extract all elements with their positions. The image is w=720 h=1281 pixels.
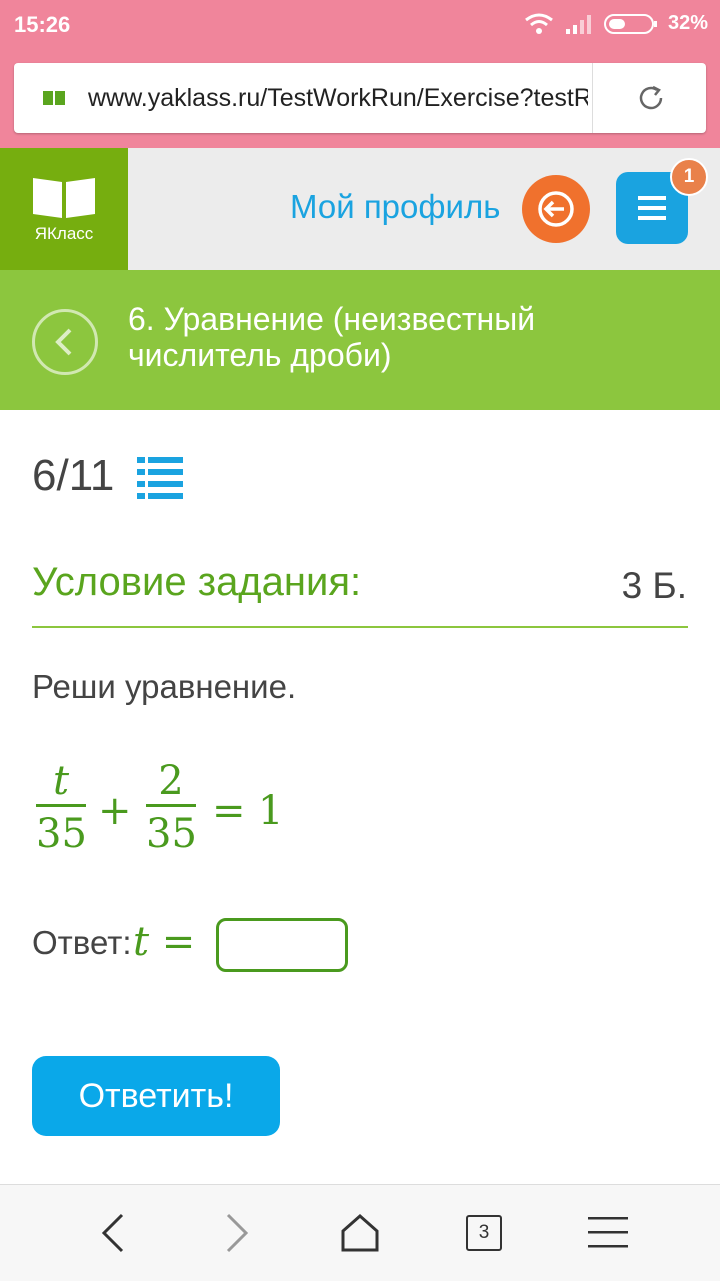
exit-button[interactable]: [522, 175, 590, 243]
submit-answer-button[interactable]: Ответить!: [32, 1056, 280, 1136]
topic-bar: 6. Уравнение (неизвестный числитель дроб…: [0, 272, 720, 410]
address-bar[interactable]: www.yaklass.ru/TestWorkRun/Exercise?test…: [14, 63, 706, 133]
back-icon[interactable]: [100, 1213, 126, 1253]
fraction-1: t 35: [36, 758, 87, 857]
site-header: ЯКласс Мой профиль: [0, 148, 720, 272]
fraction-2-numerator: 2: [158, 758, 184, 804]
fraction-2: 2 35: [146, 758, 197, 857]
battery-percent: 32%: [667, 12, 708, 34]
fraction-1-numerator: t: [52, 758, 70, 804]
fraction-1-denominator: 35: [36, 811, 87, 857]
task-instruction: Реши уравнение.: [32, 668, 297, 705]
signal-icon: [565, 14, 591, 34]
status-bar: 15:26 32%: [0, 0, 720, 50]
answer-variable: t =: [133, 919, 196, 965]
answer-input[interactable]: [216, 918, 348, 972]
logo-text: ЯКласс: [34, 224, 94, 243]
my-profile-link[interactable]: Мой профиль: [290, 188, 500, 226]
task-progress: 6/11: [32, 451, 115, 500]
reader-mode-icon[interactable]: [42, 89, 66, 107]
back-button[interactable]: [32, 309, 98, 375]
answer-label: Ответ:: [32, 924, 132, 961]
status-icons: 32%: [524, 12, 708, 35]
book-logo-icon: [33, 178, 95, 218]
plus-sign: +: [98, 788, 132, 834]
section-divider: [32, 626, 688, 628]
notification-badge[interactable]: 1: [670, 158, 708, 196]
chevron-left-icon: [55, 328, 72, 356]
url-divider: [592, 63, 593, 133]
reload-icon[interactable]: [636, 83, 666, 113]
menu-icon[interactable]: [588, 1217, 628, 1249]
browser-nav-bar: 3: [0, 1184, 720, 1281]
list-icon[interactable]: [137, 457, 183, 499]
wifi-icon: [525, 13, 553, 34]
tabs-button[interactable]: 3: [466, 1215, 502, 1251]
status-time: 15:26: [14, 12, 71, 37]
exit-icon: [538, 191, 574, 227]
task-points: 3 Б.: [621, 565, 687, 606]
section-title: Условие задания:: [32, 560, 362, 604]
browser-toolbar: www.yaklass.ru/TestWorkRun/Exercise?test…: [0, 50, 720, 148]
home-icon[interactable]: [340, 1213, 380, 1253]
topic-title: 6. Уравнение (неизвестный числитель дроб…: [128, 301, 536, 373]
yaklass-logo[interactable]: ЯКласс: [0, 148, 128, 270]
forward-icon[interactable]: [224, 1213, 250, 1253]
fraction-2-denominator: 35: [146, 811, 197, 857]
equation-rhs: 1: [258, 788, 284, 834]
equals-sign: =: [212, 788, 246, 834]
hamburger-icon: [638, 196, 666, 220]
url-text[interactable]: www.yaklass.ru/TestWorkRun/Exercise?test…: [88, 84, 588, 113]
battery-icon: [603, 13, 657, 34]
